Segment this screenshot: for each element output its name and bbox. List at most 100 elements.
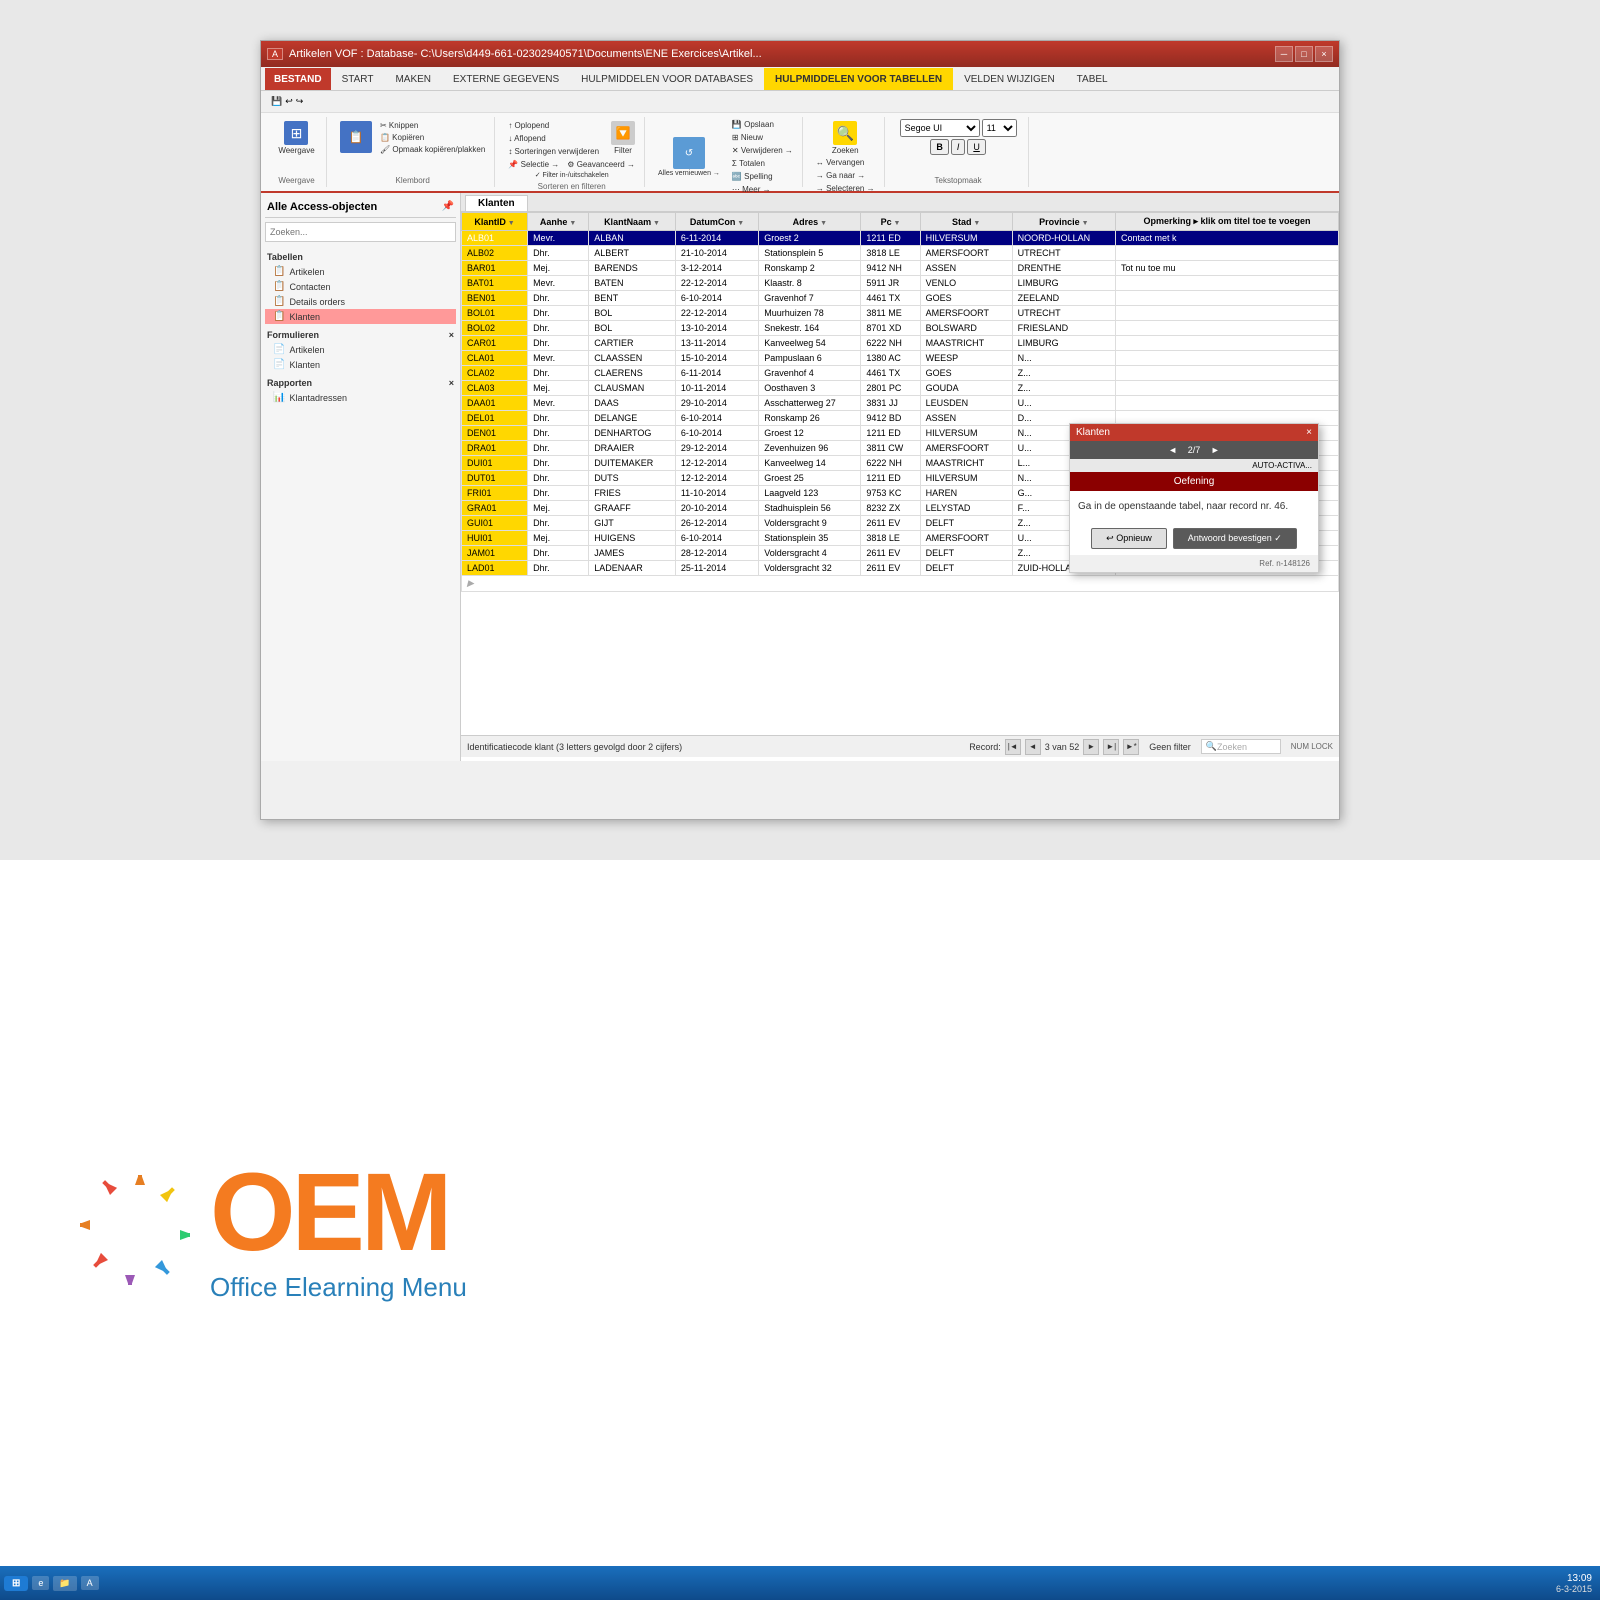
qa-redo[interactable]: ↪ [296,96,304,107]
btn-vervangen[interactable]: ↔ Vervangen [813,157,878,168]
tab-velden[interactable]: VELDEN WIJZIGEN [953,68,1066,90]
section-collapse-rapporten[interactable]: × [449,378,454,388]
taskbar-ie[interactable]: e [32,1576,49,1590]
sidebar-pin[interactable]: 📌 [442,201,454,212]
start-btn[interactable]: ⊞ [4,1576,28,1591]
taskbar-explorer[interactable]: 📁 [53,1576,76,1591]
popup-buttons: ↩ Opnieuw Antwoord bevestigen ✓ [1070,522,1318,555]
col-header-adres[interactable]: Adres [759,213,861,231]
btn-antwoord[interactable]: Antwoord bevestigen ✓ [1173,528,1297,549]
btn-sorteren-verwijderen[interactable]: ↕ Sorteringen verwijderen [505,146,602,157]
sidebar-item-details[interactable]: 📋 Details orders [265,294,456,309]
popup-content: Ga in de openstaande tabel, naar record … [1070,491,1318,522]
table-row[interactable]: BOL02Dhr.BOL13-10-2014Snekestr. 1648701 … [462,321,1339,336]
btn-italic[interactable]: I [951,139,966,155]
maximize-btn[interactable]: □ [1295,46,1313,62]
cell-aanhef: Mej. [528,501,589,516]
btn-geavanceerd[interactable]: ⚙ Geavanceerd → [564,159,638,170]
btn-totalen[interactable]: Σ Totalen [729,158,796,169]
table-row[interactable]: BAT01Mevr.BATEN22-12-2014Klaastr. 85911 … [462,276,1339,291]
col-header-pc[interactable]: Pc [861,213,920,231]
sidebar-item-form-artikelen[interactable]: 📄 Artikelen [265,342,456,357]
btn-selectie[interactable]: 📌 Selectie → [505,159,562,170]
tab-start[interactable]: START [331,68,385,90]
section-tabellen: Tabellen [265,250,456,264]
table-row[interactable]: BAR01Mej.BARENDS3-12-2014Ronskamp 29412 … [462,261,1339,276]
popup-nav-next[interactable]: ► [1211,445,1220,455]
section-collapse-formulieren[interactable]: × [449,330,454,340]
close-btn[interactable]: × [1315,46,1333,62]
table-new-row[interactable]: ▶ [462,576,1339,592]
popup-nav-prev[interactable]: ◄ [1168,445,1177,455]
btn-kopieren[interactable]: 📋 Kopiëren [377,132,488,143]
nav-prev[interactable]: ◄ [1025,739,1041,755]
cell-aanhef: Dhr. [528,441,589,456]
font-size-selector[interactable]: 11 [982,119,1017,137]
btn-oplopend[interactable]: ↑ Oplopend [505,120,602,131]
btn-alles[interactable]: ↺ Alles vernieuwen → [655,135,723,179]
tab-bestand[interactable]: BESTAND [265,68,331,90]
sidebar-item-klantadressen[interactable]: 📊 Klantadressen [265,390,456,405]
tab-maken[interactable]: MAKEN [384,68,442,90]
btn-verwijderen[interactable]: ✕ Verwijderen → [729,145,796,156]
tab-externe[interactable]: EXTERNE GEGEVENS [442,68,570,90]
btn-filter-uitschakelen[interactable]: ✓ Filter in-/uitschakelen [532,170,612,180]
btn-opslaan[interactable]: 💾 Opslaan [729,119,796,130]
minimize-btn[interactable]: ─ [1275,46,1293,62]
btn-filter[interactable]: 🔽 Filter [608,119,638,157]
nav-new[interactable]: ►* [1123,739,1139,755]
sidebar-item-form-klanten[interactable]: 📄 Klanten [265,357,456,372]
table-row[interactable]: DAA01Mevr.DAAS29-10-2014Asschatterweg 27… [462,396,1339,411]
cell-aanhef: Dhr. [528,306,589,321]
font-selector[interactable]: Segoe UI [900,119,980,137]
btn-nieuw[interactable]: ⊞ Nieuw [729,132,796,143]
btn-weergave[interactable]: ⊞ Weergave [275,119,317,157]
cell-pc: 3818 LE [861,246,920,261]
col-header-klantnaam[interactable]: KlantNaam [589,213,676,231]
table-row[interactable]: ALB01Mevr.ALBAN6-11-2014Groest 21211 EDH… [462,231,1339,246]
cell-adres: Voldersgracht 4 [759,546,861,561]
qa-save[interactable]: 💾 [271,96,282,107]
sidebar-search[interactable] [265,222,456,242]
sidebar-item-klanten[interactable]: 📋 Klanten [265,309,456,324]
btn-underline[interactable]: U [967,139,986,155]
tab-hulpmiddelen-tabel[interactable]: HULPMIDDELEN VOOR TABELLEN [764,68,953,90]
nav-last[interactable]: ►| [1103,739,1119,755]
btn-opmaak[interactable]: 🖌 Opmaak kopiëren/plakken [377,144,488,155]
col-header-stad[interactable]: Stad [920,213,1012,231]
btn-spelling[interactable]: 🔤 Spelling [729,171,796,182]
zoeken-extras: ↔ Vervangen → Ga naar → → Selecteren → [813,157,878,194]
qa-undo[interactable]: ↩ [285,96,293,107]
btn-opnieuw[interactable]: ↩ Opnieuw [1091,528,1167,549]
table-row[interactable]: CAR01Dhr.CARTIER13-11-2014Kanveelweg 546… [462,336,1339,351]
table-row[interactable]: ALB02Dhr.ALBERT21-10-2014Stationsplein 5… [462,246,1339,261]
tab-tabel[interactable]: TABEL [1066,68,1119,90]
btn-ga-naar[interactable]: → Ga naar → [813,170,878,181]
btn-zoeken[interactable]: 🔍 Zoeken [829,119,862,157]
table-row[interactable]: CLA01Mevr.CLAASSEN15-10-2014Pampuslaan 6… [462,351,1339,366]
col-header-datumcon[interactable]: DatumCon [675,213,758,231]
btn-plakken[interactable]: 📋 [337,119,375,156]
col-header-aanhef[interactable]: Aanhe [528,213,589,231]
popup-title-text: Klanten [1076,427,1110,438]
cell-pc: 6222 NH [861,456,920,471]
nav-first[interactable]: |◄ [1005,739,1021,755]
col-header-provincie[interactable]: Provincie [1012,213,1115,231]
table-row[interactable]: CLA03Mej.CLAUSMAN10-11-2014Oosthaven 328… [462,381,1339,396]
col-header-opmerking[interactable]: Opmerking ▸ klik om titel toe te voegen [1116,213,1339,231]
table-row[interactable]: CLA02Dhr.CLAERENS6-11-2014Gravenhof 4446… [462,366,1339,381]
ribbon-group-records: ↺ Alles vernieuwen → 💾 Opslaan ⊞ Nieuw ✕… [649,117,803,187]
sidebar-item-contacten[interactable]: 📋 Contacten [265,279,456,294]
tab-hulpmiddelen-db[interactable]: HULPMIDDELEN VOOR DATABASES [570,68,764,90]
btn-aflopend[interactable]: ↓ Aflopend [505,133,602,144]
data-tab-klanten[interactable]: Klanten [465,195,528,211]
btn-knippen[interactable]: ✂ Knippen [377,120,488,131]
table-row[interactable]: BEN01Dhr.BENT6-10-2014Gravenhof 74461 TX… [462,291,1339,306]
popup-close-btn[interactable]: × [1306,427,1312,438]
table-row[interactable]: BOL01Dhr.BOL22-12-2014Muurhuizen 783811 … [462,306,1339,321]
col-header-klantid[interactable]: KlantID [462,213,528,231]
sidebar-item-artikelen[interactable]: 📋 Artikelen [265,264,456,279]
taskbar-access[interactable]: A [81,1576,99,1590]
btn-bold[interactable]: B [930,139,949,155]
nav-next[interactable]: ► [1083,739,1099,755]
